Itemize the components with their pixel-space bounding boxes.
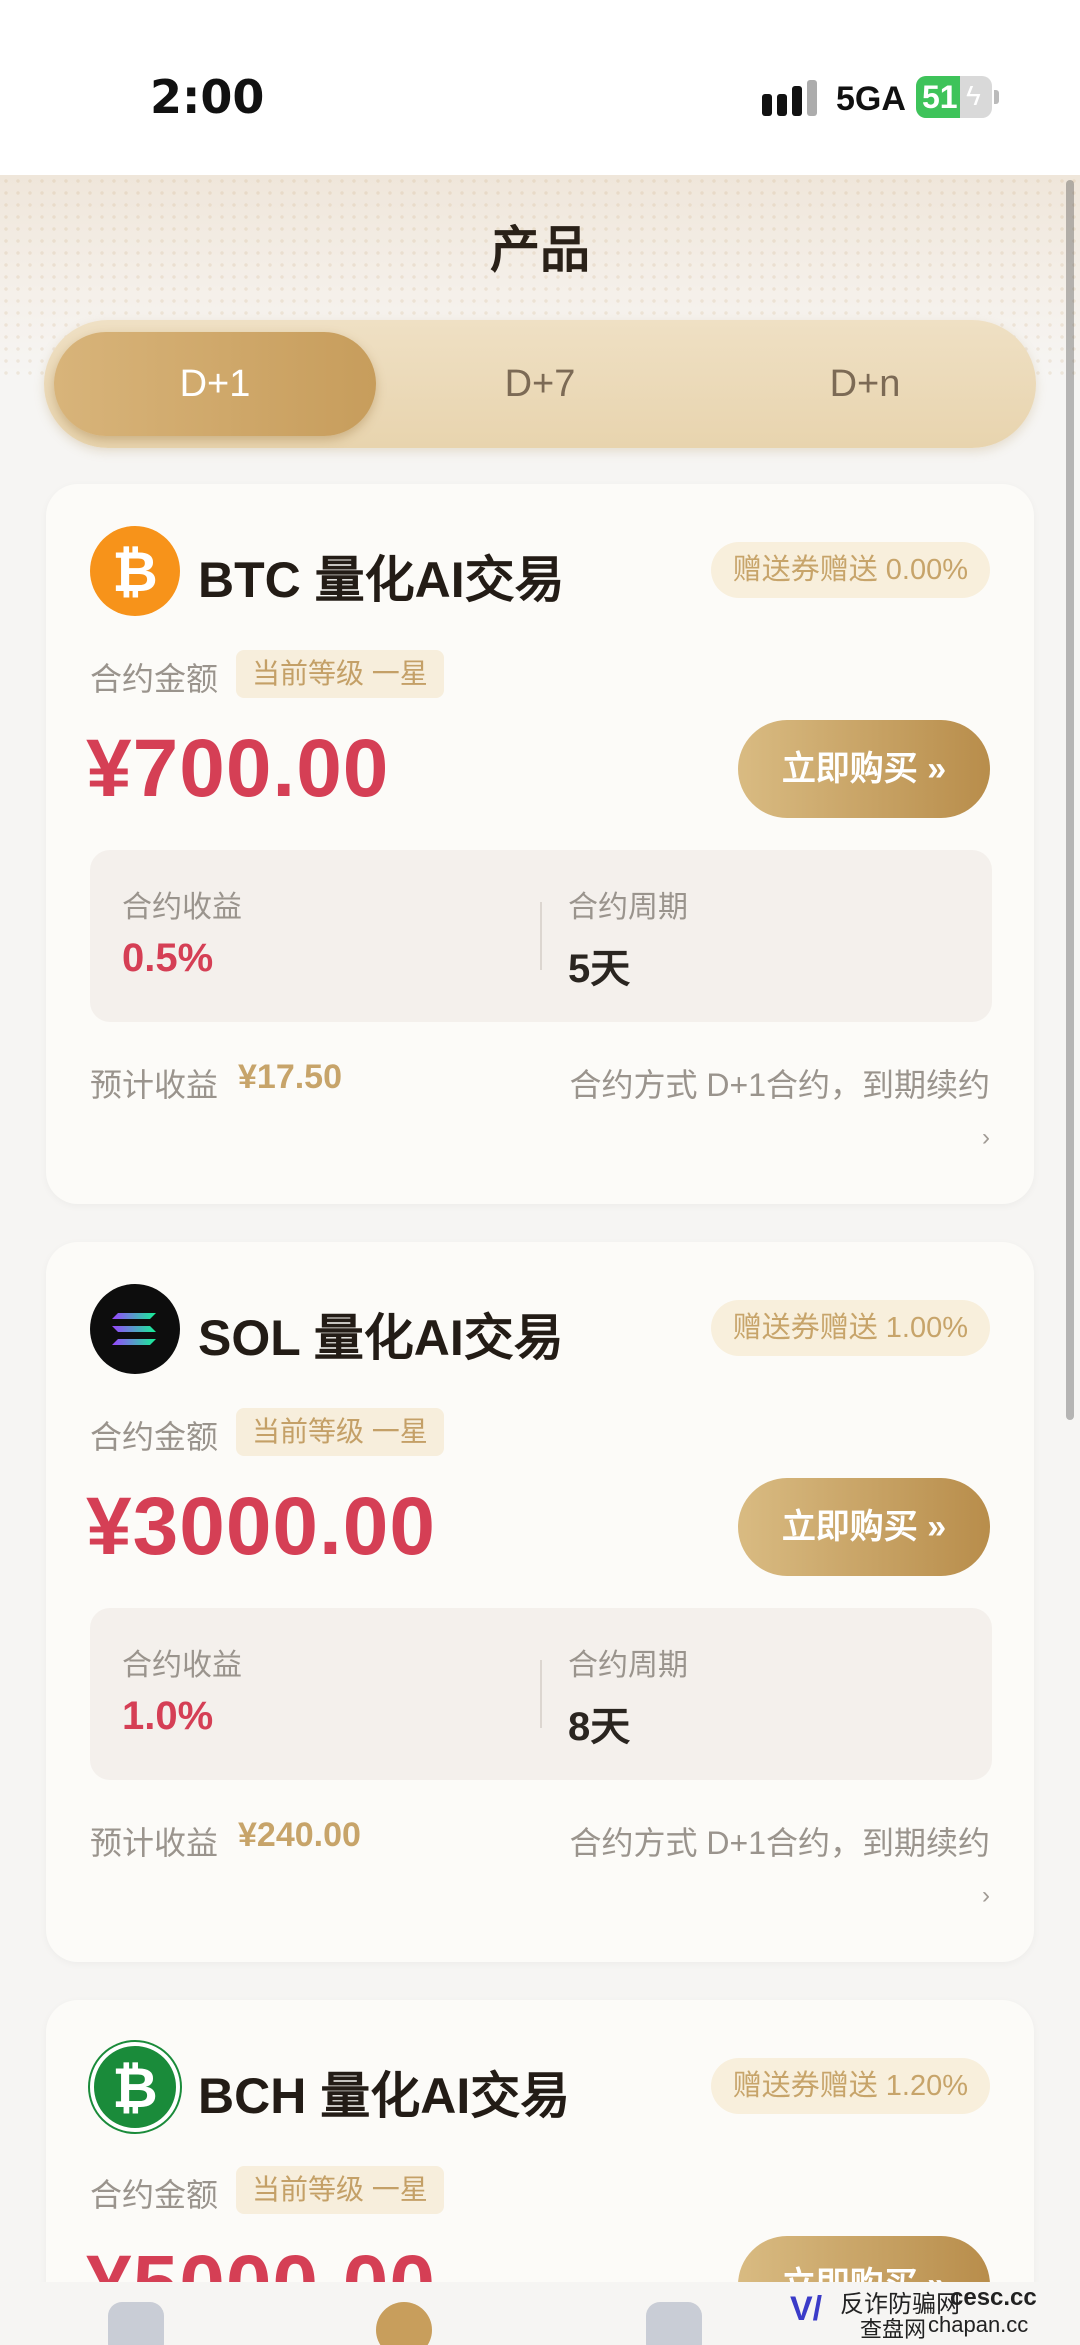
expected-return-value: ¥240.00 xyxy=(238,1816,361,1854)
watermark-text: chapan.cc xyxy=(928,2312,1029,2337)
period-label: 合约周期 xyxy=(568,1649,688,1682)
bitcoin-icon: ₿ xyxy=(90,526,180,616)
chevron-right-icon[interactable]: › xyxy=(982,1882,990,1910)
amount-label: 合约金额 xyxy=(90,661,219,697)
battery-level: 51 xyxy=(922,79,958,115)
bonus-badge: 赠送券赠送 1.20% xyxy=(710,2058,990,2114)
yield-label: 合约收益 xyxy=(122,891,242,924)
period-value: 8天 xyxy=(568,1705,631,1749)
info-divider xyxy=(540,902,542,970)
watermark: V/ 反诈防骗网 cesc.cc 查盘网 chapan.cc xyxy=(770,2278,1070,2342)
bitcoin-cash-icon: ₿ xyxy=(90,2042,180,2132)
contract-method[interactable]: 合约方式 D+1合约，到期续约 xyxy=(570,1818,991,1864)
yield-value: 1.0% xyxy=(122,1694,214,1738)
tab-d7[interactable]: D+7 xyxy=(379,332,701,436)
amount-label: 合约金额 xyxy=(90,1419,219,1455)
yield-label: 合约收益 xyxy=(122,1649,242,1682)
amount-label: 合约金额 xyxy=(90,2177,219,2213)
product-title: SOL 量化AI交易 xyxy=(198,1310,564,1366)
team-icon[interactable] xyxy=(646,2302,702,2345)
signal-icon xyxy=(762,80,818,116)
period-value: 5天 xyxy=(568,947,631,991)
contract-info-box: 合约收益 1.0% 合约周期 8天 xyxy=(90,1608,992,1780)
bonus-badge: 赠送券赠送 1.00% xyxy=(710,1300,990,1356)
level-badge: 当前等级 一星 xyxy=(236,1408,444,1456)
period-label: 合约周期 xyxy=(568,891,688,924)
page-title: 产品 xyxy=(490,222,590,278)
product-card-sol: SOL 量化AI交易 赠送券赠送 1.00% 合约金额 当前等级 一星 ¥300… xyxy=(46,1242,1034,1962)
home-icon[interactable] xyxy=(108,2302,164,2345)
period-tabs: D+1 D+7 D+n xyxy=(44,320,1036,448)
contract-info-box: 合约收益 0.5% 合约周期 5天 xyxy=(90,850,992,1022)
buy-now-button[interactable]: 立即购买 » xyxy=(738,1478,990,1576)
status-bar: 2:00 5GA 51 ϟ xyxy=(0,0,1080,175)
battery-icon: 51 ϟ xyxy=(916,76,999,118)
product-title: BCH 量化AI交易 xyxy=(198,2068,571,2124)
expected-return-value: ¥17.50 xyxy=(238,1058,342,1096)
watermark-logo-icon: V/ xyxy=(790,2290,823,2328)
info-divider xyxy=(540,1660,542,1728)
expected-return-label: 预计收益 xyxy=(90,1825,219,1861)
product-card-btc: ₿ BTC 量化AI交易 赠送券赠送 0.00% 合约金额 当前等级 一星 ¥7… xyxy=(46,484,1034,1204)
level-badge: 当前等级 一星 xyxy=(236,2166,444,2214)
solana-icon xyxy=(90,1284,180,1374)
buy-now-button[interactable]: 立即购买 » xyxy=(738,720,990,818)
price: ¥3000.00 xyxy=(86,1481,437,1572)
bonus-badge: 赠送券赠送 0.00% xyxy=(710,542,990,598)
network-label: 5GA xyxy=(836,80,906,118)
tab-dn[interactable]: D+n xyxy=(704,332,1026,436)
chevron-right-icon[interactable]: › xyxy=(982,1124,990,1152)
yield-value: 0.5% xyxy=(122,936,214,980)
product-title: BTC 量化AI交易 xyxy=(198,552,565,608)
contract-method[interactable]: 合约方式 D+1合约，到期续约 xyxy=(570,1060,991,1106)
watermark-text: cesc.cc xyxy=(950,2284,1037,2311)
expected-return-label: 预计收益 xyxy=(90,1067,219,1103)
scrollbar[interactable] xyxy=(1066,180,1074,1420)
status-time: 2:00 xyxy=(150,70,265,124)
watermark-text: 查盘网 xyxy=(860,2317,927,2342)
price: ¥700.00 xyxy=(86,723,390,814)
level-badge: 当前等级 一星 xyxy=(236,650,444,698)
products-icon[interactable] xyxy=(376,2302,432,2345)
tab-d1[interactable]: D+1 xyxy=(54,332,376,436)
charging-icon: ϟ xyxy=(966,80,981,111)
